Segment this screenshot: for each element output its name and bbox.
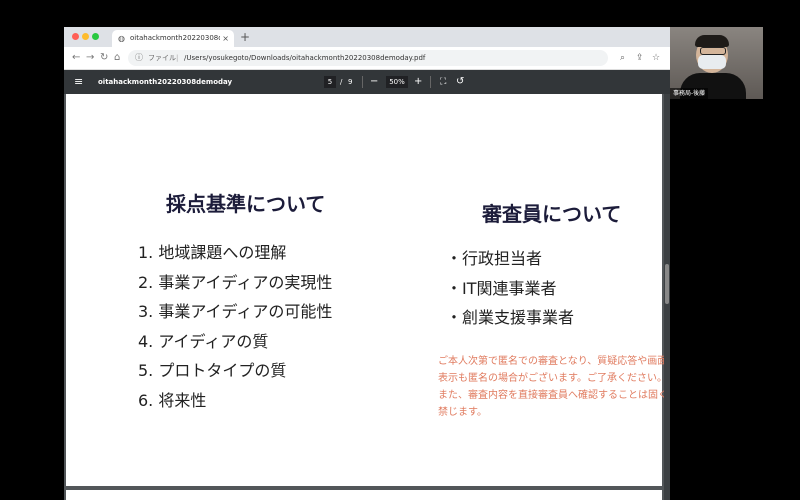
list-item: 2. 事業アイディアの実現性	[138, 272, 333, 292]
star-icon[interactable]: ☆	[652, 50, 660, 66]
browser-toolbar: ← → ↻ ⌂ ⓘ ファイル | /Users/yosukegoto/Downl…	[64, 47, 670, 70]
zoom-in-icon[interactable]: +	[414, 70, 422, 94]
scrollbar[interactable]	[664, 94, 670, 500]
page-separator: /	[340, 78, 343, 86]
total-pages: 9	[348, 78, 353, 86]
rotate-icon[interactable]: ↺	[456, 70, 464, 94]
list-item: ・行政担当者	[446, 249, 543, 268]
scoring-criteria-heading: 採点基準について	[166, 192, 326, 216]
address-url: /Users/yosukegoto/Downloads/oitahackmont…	[184, 54, 426, 62]
list-item: 1. 地域課題への理解	[138, 243, 287, 262]
address-bar[interactable]: ⓘ ファイル | /Users/yosukegoto/Downloads/oit…	[128, 50, 608, 66]
toolbar-divider	[430, 76, 431, 88]
search-icon[interactable]: ⌕	[620, 50, 625, 66]
list-item: 6. 将来性	[138, 390, 207, 410]
next-pdf-page	[66, 490, 662, 500]
zoom-input[interactable]: 50%	[386, 76, 408, 88]
menu-icon[interactable]: ≡	[74, 70, 83, 94]
list-item: ・創業支援事業者	[446, 308, 575, 327]
share-icon[interactable]: ⇪	[636, 50, 644, 66]
address-scheme-label: ファイル	[148, 54, 176, 62]
zoom-out-icon[interactable]: −	[370, 70, 378, 94]
info-icon[interactable]: ⓘ	[135, 50, 143, 66]
minimize-window-button[interactable]	[82, 33, 89, 40]
participant-name: 事務局-後藤	[670, 88, 709, 99]
list-item: ・IT関連事業者	[446, 278, 557, 298]
judges-heading: 審査員について	[482, 202, 622, 226]
face-mask	[698, 55, 726, 69]
toolbar-divider	[362, 76, 363, 88]
list-item: 4. アイディアの質	[138, 331, 269, 351]
new-tab-button[interactable]: +	[240, 29, 250, 45]
page-number-input[interactable]: 5	[324, 76, 336, 88]
reload-icon[interactable]: ↻	[100, 50, 108, 66]
list-item: 5. プロトタイプの質	[138, 361, 287, 380]
participant-hair	[695, 35, 729, 47]
globe-icon: ◍	[118, 34, 125, 43]
back-arrow-icon[interactable]: ←	[72, 50, 80, 66]
close-window-button[interactable]	[72, 33, 79, 40]
maximize-window-button[interactable]	[92, 33, 99, 40]
fit-page-icon[interactable]: ⛶	[440, 70, 446, 94]
criteria-list: 1. 地域課題への理解 2. 事業アイディアの実現性 3. 事業アイディアの可能…	[138, 238, 332, 415]
pdf-file-name: oitahackmonth20220308demoday	[98, 78, 233, 86]
judges-list: ・行政担当者 ・IT関連事業者 ・創業支援事業者	[446, 244, 574, 333]
address-separator: |	[176, 54, 179, 62]
scrollbar-thumb[interactable]	[665, 264, 669, 304]
list-item: 3. 事業アイディアの可能性	[138, 302, 333, 321]
participant-video: 事務局-後藤	[670, 27, 763, 99]
browser-tab[interactable]: ◍ oitahackmonth20220308demod ×	[112, 30, 234, 47]
forward-arrow-icon[interactable]: →	[86, 50, 94, 66]
tab-close-icon[interactable]: ×	[222, 30, 229, 47]
tab-title: oitahackmonth20220308demod	[130, 34, 220, 42]
pdf-page: 採点基準について 1. 地域課題への理解 2. 事業アイディアの実現性 3. 事…	[66, 94, 668, 486]
tab-bar: ◍ oitahackmonth20220308demod × +	[64, 27, 670, 47]
pdf-toolbar: ≡ oitahackmonth20220308demoday 5 / 9 − 5…	[64, 70, 670, 94]
anonymity-note: ご本人次第で匿名での審査となり、質疑応答や画面表示も匿名の場合がございます。ご了…	[438, 356, 668, 418]
home-icon[interactable]: ⌂	[114, 50, 120, 66]
browser-window: ◍ oitahackmonth20220308demod × + ← → ↻ ⌂…	[64, 27, 670, 500]
glasses	[700, 47, 726, 55]
